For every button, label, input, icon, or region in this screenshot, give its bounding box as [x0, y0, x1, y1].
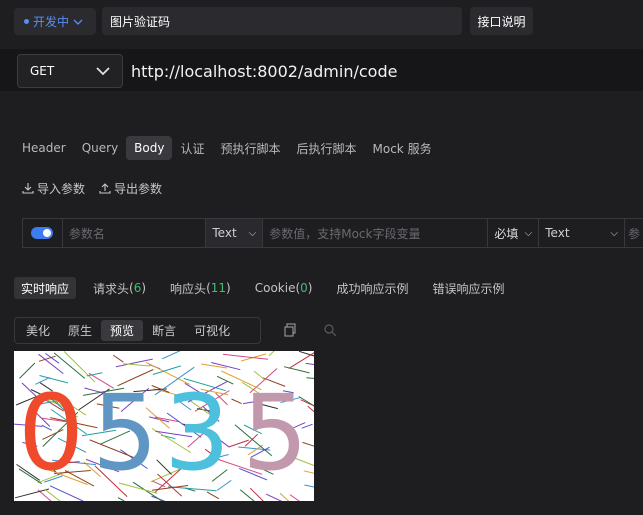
captcha-image: 0535	[14, 351, 314, 501]
chevron-down-icon: ⌵	[524, 227, 533, 239]
captcha-digit: 3	[164, 372, 230, 494]
param-type-select[interactable]: Text ⌵	[206, 219, 264, 247]
upload-icon	[99, 183, 111, 194]
captcha-noise-line	[279, 492, 290, 501]
captcha-noise-line	[307, 405, 314, 413]
tab-count: 11	[210, 281, 227, 295]
url-input[interactable]: http://localhost:8002/admin/code	[131, 59, 397, 83]
tab-request-headers[interactable]: 请求头(6)	[86, 277, 153, 299]
enable-toggle-cell	[23, 219, 63, 247]
required-select[interactable]: 必填 ⌵	[488, 219, 540, 247]
copy-icon[interactable]	[283, 323, 297, 337]
tab-pre-script[interactable]: 预执行脚本	[212, 136, 288, 160]
captcha-noise-line	[112, 354, 124, 363]
api-name-text: 图片验证码	[110, 14, 171, 29]
captcha-digit: 0	[18, 372, 84, 494]
chevron-down-icon: ⌵	[610, 227, 618, 239]
tab-post-script[interactable]: 后执行脚本	[289, 136, 365, 160]
tab-mock[interactable]: Mock 服务	[365, 136, 440, 160]
chevron-down-icon	[73, 19, 83, 25]
download-icon	[22, 183, 34, 194]
view-raw[interactable]: 原生	[59, 320, 101, 341]
status-dropdown[interactable]: 开发中	[14, 8, 96, 35]
tab-response-headers[interactable]: 响应头(11)	[163, 277, 238, 299]
param-value-input[interactable]: 参数值，支持Mock字段变量	[263, 219, 489, 247]
method-label: GET	[30, 64, 55, 78]
url-text: http://localhost:8002/admin/code	[131, 61, 398, 81]
tab-auth[interactable]: 认证	[172, 136, 212, 160]
captcha-noise-line	[289, 494, 300, 501]
tab-success-example[interactable]: 成功响应示例	[329, 277, 415, 299]
captcha-noise-line	[288, 352, 314, 370]
param-type-label: Text	[212, 226, 237, 240]
view-mode-group: 美化 原生 预览 断言 可视化	[14, 317, 261, 344]
tab-cookie[interactable]: Cookie(0)	[248, 277, 320, 299]
tab-label: 请求头	[93, 281, 130, 296]
captcha-noise-line	[265, 493, 283, 501]
content-type-label: Text	[545, 226, 570, 240]
param-value-placeholder: 参数值，支持Mock字段变量	[269, 226, 421, 241]
enable-toggle[interactable]	[31, 227, 54, 239]
status-label: 开发中	[33, 15, 70, 29]
api-doc-button[interactable]: 接口说明	[470, 7, 533, 35]
tab-error-example[interactable]: 错误响应示例	[425, 277, 511, 299]
tab-live-response[interactable]: 实时响应	[14, 277, 77, 299]
captcha-noise-line	[201, 363, 228, 369]
response-tabs: 实时响应 请求头(6) 响应头(11) Cookie(0) 成功响应示例 错误响…	[14, 277, 522, 299]
request-tabs: Header Query Body 认证 预执行脚本 后执行脚本 Mock 服务	[14, 136, 440, 160]
view-visualize[interactable]: 可视化	[185, 320, 239, 341]
method-select[interactable]: GET	[17, 54, 123, 88]
view-pretty[interactable]: 美化	[17, 320, 59, 341]
tab-label: 响应头	[170, 281, 207, 296]
tab-header[interactable]: Header	[14, 136, 74, 160]
status-dot-icon	[24, 19, 29, 24]
view-preview[interactable]: 预览	[101, 320, 144, 341]
export-label: 导出参数	[114, 181, 163, 196]
captcha-svg: 0535	[14, 351, 314, 501]
captcha-noise-line	[231, 398, 242, 405]
captcha-noise-line	[161, 351, 181, 360]
search-icon[interactable]	[323, 323, 337, 337]
captcha-noise-line	[268, 351, 275, 357]
tab-label: 成功响应示例	[336, 281, 409, 296]
chevron-down-icon: ⌵	[248, 227, 257, 239]
chevron-down-icon	[96, 67, 110, 76]
tab-label: 实时响应	[21, 281, 70, 296]
param-desc-placeholder: 参	[627, 226, 640, 241]
captcha-noise-line	[117, 497, 126, 501]
param-row: 参数名 Text ⌵ 参数值，支持Mock字段变量 必填 ⌵ Text ⌵ 参	[22, 218, 643, 248]
tab-body[interactable]: Body	[126, 136, 173, 160]
tab-count: 0	[300, 281, 308, 295]
api-name-input[interactable]: 图片验证码	[102, 7, 462, 35]
param-desc-input[interactable]: 参	[625, 219, 643, 247]
import-export-row: 导入参数 导出参数	[22, 179, 162, 197]
tab-count: 6	[133, 281, 142, 295]
captcha-noise-line	[305, 362, 314, 365]
view-assert[interactable]: 断言	[143, 320, 185, 341]
required-label: 必填	[494, 226, 519, 241]
tab-label: 错误响应示例	[432, 281, 505, 296]
captcha-digit: 5	[92, 372, 158, 494]
import-label: 导入参数	[37, 181, 86, 196]
param-name-input[interactable]: 参数名	[63, 219, 207, 247]
tab-label: Cookie	[254, 281, 296, 295]
import-params-button[interactable]: 导入参数	[22, 180, 85, 197]
tab-query[interactable]: Query	[74, 136, 126, 160]
param-name-placeholder: 参数名	[68, 226, 105, 241]
captcha-digit: 5	[242, 372, 308, 494]
export-params-button[interactable]: 导出参数	[99, 180, 162, 197]
content-type-select[interactable]: Text ⌵	[539, 219, 625, 247]
